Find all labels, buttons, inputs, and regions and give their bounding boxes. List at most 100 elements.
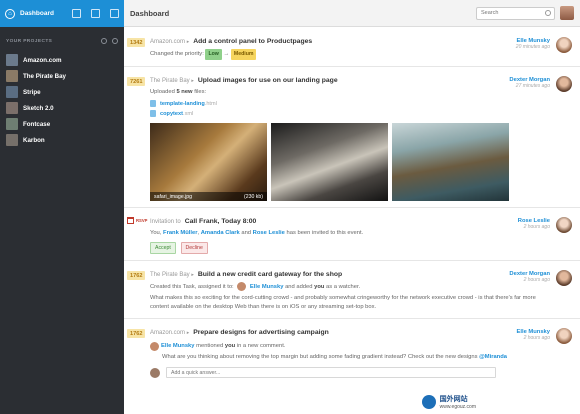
settings-icon[interactable] <box>110 9 119 18</box>
sidebar-item-project[interactable]: Amazon.com <box>0 52 124 68</box>
item-meta: Elle Munsky 2 hours ago <box>516 329 550 341</box>
image-thumbnail[interactable]: safari_image.jpg (230 kb) <box>150 123 267 201</box>
sidebar: ⌂ Dashboard YOUR PROJECTS Amazon.com The … <box>0 0 124 414</box>
project-name: Fontcase <box>23 120 51 128</box>
item-meta: Dexter Morgan 27 minutes ago <box>509 77 550 89</box>
project-source[interactable]: The Pirate Bay ▸ <box>150 78 194 84</box>
task-id-badge[interactable]: 1762 <box>127 271 146 280</box>
comment-text: What are you thinking about removing the… <box>162 354 507 361</box>
project-thumbnail <box>6 54 18 66</box>
top-bar: Dashboard <box>124 0 580 27</box>
projects-section-header: YOUR PROJECTS <box>0 30 124 52</box>
feed-item: 1342 Amazon.com ▸ Add a control panel to… <box>124 28 580 67</box>
watermark: 国外网站 www.egouz.com <box>421 394 476 410</box>
item-body: Created this Task, assigned it to: Elle … <box>150 282 580 292</box>
arrow-icon: ▸ <box>186 38 190 45</box>
feed-item: 1762 The Pirate Bay ▸ Build a new credit… <box>124 261 580 320</box>
gear-icon[interactable] <box>112 38 118 44</box>
priority-tag-medium: Medium <box>230 49 257 60</box>
task-id-badge[interactable]: 1342 <box>127 38 146 47</box>
avatar[interactable] <box>556 37 572 53</box>
item-meta: Elle Munsky 20 minutes ago <box>516 38 550 50</box>
task-id-badge[interactable]: 7261 <box>127 77 146 86</box>
project-thumbnail <box>6 118 18 130</box>
user-link[interactable]: Amanda Clark <box>201 230 240 236</box>
arrow-right-icon: → <box>223 51 230 57</box>
task-description: What makes this so exciting for the cord… <box>150 295 536 311</box>
avatar[interactable] <box>556 76 572 92</box>
avatar[interactable] <box>556 217 572 233</box>
feed-item: 1762 Amazon.com ▸ Prepare designs for ad… <box>124 319 580 384</box>
timestamp: 27 minutes ago <box>515 83 550 89</box>
task-title[interactable]: Upload images for use on our landing pag… <box>198 77 338 84</box>
item-body: Changed the priority: Low → Medium <box>150 49 580 60</box>
user-link[interactable]: Elle Munsky <box>250 284 284 290</box>
page-title: Dashboard <box>130 8 170 18</box>
search-input[interactable] <box>476 6 555 20</box>
image-caption: safari_image.jpg (230 kb) <box>150 192 267 201</box>
project-thumbnail <box>6 102 18 114</box>
sidebar-item-project[interactable]: Stripe <box>0 84 124 100</box>
arrow-icon: ▸ <box>186 329 190 336</box>
project-name: Stripe <box>23 88 41 96</box>
avatar[interactable] <box>556 328 572 345</box>
arrow-icon: ▸ <box>191 77 194 84</box>
calendar-icon[interactable] <box>91 9 100 18</box>
search-box <box>476 6 555 20</box>
file-icon <box>150 100 156 107</box>
accept-button[interactable]: Accept <box>150 242 176 254</box>
projects-section-label: YOUR PROJECTS <box>6 38 53 44</box>
task-id-badge[interactable]: 1762 <box>127 329 146 339</box>
user-link[interactable]: Frank Müller <box>163 230 197 236</box>
timestamp: 2 hours ago <box>523 224 550 230</box>
watermark-title: 国外网站 <box>439 396 468 403</box>
project-thumbnail <box>6 70 18 82</box>
event-source: Invitation to <box>150 218 181 225</box>
app-title[interactable]: Dashboard <box>20 10 62 17</box>
feed-item: 7261 The Pirate Bay ▸ Upload images for … <box>124 67 580 208</box>
user-avatar[interactable] <box>560 6 574 20</box>
item-meta: Dexter Morgan 2 hours ago <box>509 271 550 283</box>
image-thumbnail[interactable] <box>392 123 509 201</box>
sidebar-header: ⌂ Dashboard <box>0 0 124 27</box>
timestamp: 2 hours ago <box>523 335 550 342</box>
project-list: Amazon.com The Pirate Bay Stripe Sketch 2.0… <box>0 52 124 148</box>
decline-button[interactable]: Decline <box>180 242 208 254</box>
project-source[interactable]: Amazon.com ▸ <box>150 39 189 45</box>
avatar[interactable] <box>556 270 572 286</box>
timestamp: 20 minutes ago <box>515 44 550 50</box>
image-thumbnail[interactable] <box>271 123 388 201</box>
watermark-url: www.egouz.com <box>439 404 476 410</box>
user-link[interactable]: Elle Munsky <box>161 342 195 351</box>
task-title[interactable]: Prepare designs for advertising campaign <box>193 329 329 336</box>
priority-tag-low: Low <box>205 49 222 60</box>
item-body: You, Frank Müller, Amanda Clark and Rose… <box>150 230 364 236</box>
timestamp: 2 hours ago <box>523 277 550 283</box>
project-source[interactable]: Amazon.com ▸ <box>150 330 189 336</box>
sidebar-item-project[interactable]: The Pirate Bay <box>0 68 124 84</box>
file-attachment[interactable]: template-landing .html <box>150 100 580 107</box>
feed-item: RSVP Invitation to Call Frank, Today 8:0… <box>124 208 580 261</box>
task-title[interactable]: Build a new credit card gateway for the … <box>198 271 342 278</box>
project-name: Sketch 2.0 <box>23 104 54 112</box>
reply-input[interactable] <box>166 367 496 379</box>
project-thumbnail <box>6 134 18 146</box>
user-link[interactable]: Rose Leslie <box>253 230 285 236</box>
file-icon <box>150 110 156 117</box>
mention-link[interactable]: @Miranda <box>479 354 507 360</box>
sidebar-item-project[interactable]: Karbon <box>0 132 124 148</box>
item-meta: Rose Leslie 2 hours ago <box>518 218 550 230</box>
project-name: The Pirate Bay <box>23 72 66 80</box>
event-title[interactable]: Call Frank, Today 8:00 <box>185 218 257 225</box>
task-title[interactable]: Add a control panel to Productpages <box>193 38 312 45</box>
calendar-icon <box>127 217 134 224</box>
search-icon <box>545 9 551 16</box>
project-source[interactable]: The Pirate Bay ▸ <box>150 272 194 278</box>
home-icon[interactable]: ⌂ <box>5 8 15 19</box>
sidebar-item-project[interactable]: Sketch 2.0 <box>0 100 124 116</box>
sidebar-item-project[interactable]: Fontcase <box>0 116 124 132</box>
avatar <box>237 282 247 291</box>
file-attachment[interactable]: copytext .xml <box>150 110 580 117</box>
inbox-icon[interactable] <box>72 9 81 18</box>
search-icon[interactable] <box>101 38 107 44</box>
